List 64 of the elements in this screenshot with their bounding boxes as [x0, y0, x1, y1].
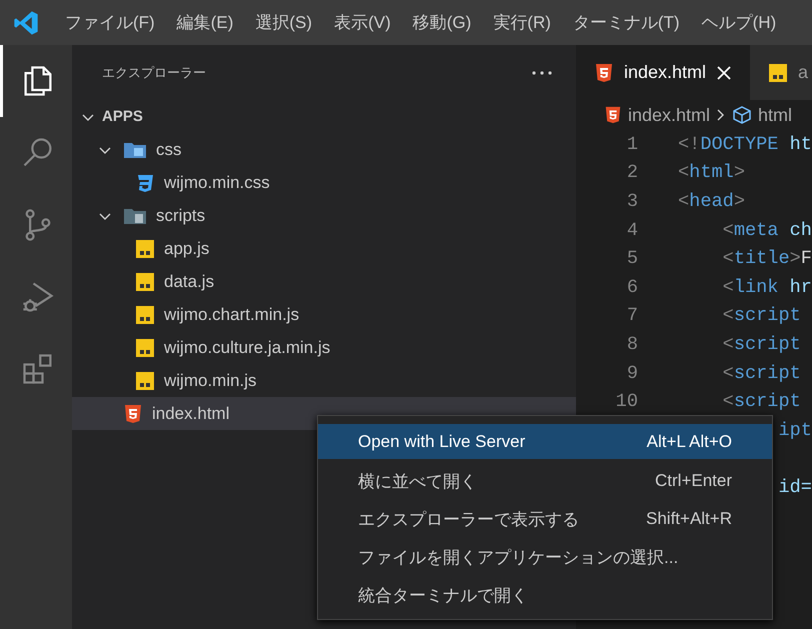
- code-line: <script: [722, 391, 801, 412]
- chevron-right-icon: [716, 107, 726, 123]
- tree-item[interactable]: APPS: [72, 100, 576, 133]
- tree-item[interactable]: wijmo.culture.ja.min.js: [72, 331, 576, 364]
- code-line: <html>: [678, 162, 745, 184]
- code-line: id=: [778, 476, 812, 498]
- html-file-icon: [594, 62, 614, 82]
- menu-item[interactable]: 統合ターミナルで開く: [318, 576, 772, 614]
- menu-item[interactable]: Open with Live Server Alt+L Alt+O: [318, 424, 772, 459]
- line-number: 1: [626, 134, 638, 155]
- code-line: ipt: [778, 420, 812, 441]
- js-file-icon: [135, 238, 155, 258]
- line-number: 8: [626, 334, 638, 355]
- menu-item[interactable]: 実行(R): [482, 11, 562, 34]
- menu-item[interactable]: エクスプローラーで表示する Shift+Alt+R: [318, 500, 772, 538]
- js-file-icon: [135, 272, 155, 292]
- code-line: <link hr: [722, 276, 812, 298]
- menu-item[interactable]: 選択(S): [244, 11, 324, 34]
- editor-tab[interactable]: a: [750, 45, 812, 100]
- code-line: <script: [722, 334, 801, 355]
- line-number: 4: [626, 220, 638, 241]
- tree-item[interactable]: wijmo.chart.min.js: [72, 298, 576, 331]
- tree-item[interactable]: app.js: [72, 232, 576, 265]
- breadcrumb-item[interactable]: html: [758, 104, 792, 126]
- menu-item[interactable]: 表示(V): [323, 11, 402, 34]
- code-line: <!DOCTYPE ht: [678, 134, 812, 155]
- code-line: <script: [722, 362, 801, 384]
- html-file-icon: [604, 106, 622, 124]
- menu-item[interactable]: 編集(E): [166, 11, 244, 34]
- menu-item[interactable]: 横に並べて開く Ctrl+Enter: [318, 462, 772, 500]
- editor-tab[interactable]: index.html: [576, 45, 750, 100]
- tree-item[interactable]: data.js: [72, 265, 576, 298]
- cube-icon: [732, 105, 752, 125]
- line-number: 6: [626, 276, 638, 298]
- menu-item[interactable]: ファイル(F): [54, 11, 166, 34]
- js-file-icon: [135, 370, 155, 390]
- js-file-icon: [135, 304, 155, 324]
- tree-item[interactable]: css: [72, 133, 576, 166]
- line-number: 9: [626, 362, 638, 384]
- code-line: <title>F: [722, 248, 812, 270]
- menu-item[interactable]: 移動(G): [402, 11, 482, 34]
- menu-item[interactable]: ファイルを開くアプリケーションの選択...: [318, 538, 772, 576]
- close-icon[interactable]: [716, 64, 732, 80]
- code-line: <script: [722, 305, 801, 326]
- line-number: 10: [614, 391, 638, 412]
- vscode-logo-icon: [12, 8, 40, 36]
- line-number: 7: [626, 305, 638, 326]
- code-line: <meta ch: [722, 220, 812, 241]
- breadcrumb-item[interactable]: index.html: [628, 104, 710, 126]
- code-line: <head>: [678, 190, 745, 212]
- js-file-icon: [768, 62, 788, 82]
- line-number: 2: [626, 162, 638, 184]
- html-file-icon: [123, 404, 143, 424]
- more-icon[interactable]: [532, 70, 552, 74]
- js-file-icon: [135, 338, 155, 358]
- css-file-icon: [135, 172, 155, 192]
- tree-item[interactable]: wijmo.min.js: [72, 364, 576, 397]
- line-number: 3: [626, 190, 638, 212]
- line-number: 5: [626, 248, 638, 270]
- menu-item[interactable]: ヘルプ(H): [690, 11, 788, 34]
- sidebar-title: エクスプローラー: [102, 64, 206, 82]
- tree-item[interactable]: scripts: [72, 199, 576, 232]
- menu-item[interactable]: ターミナル(T): [562, 11, 691, 34]
- tree-item[interactable]: wijmo.min.css: [72, 166, 576, 199]
